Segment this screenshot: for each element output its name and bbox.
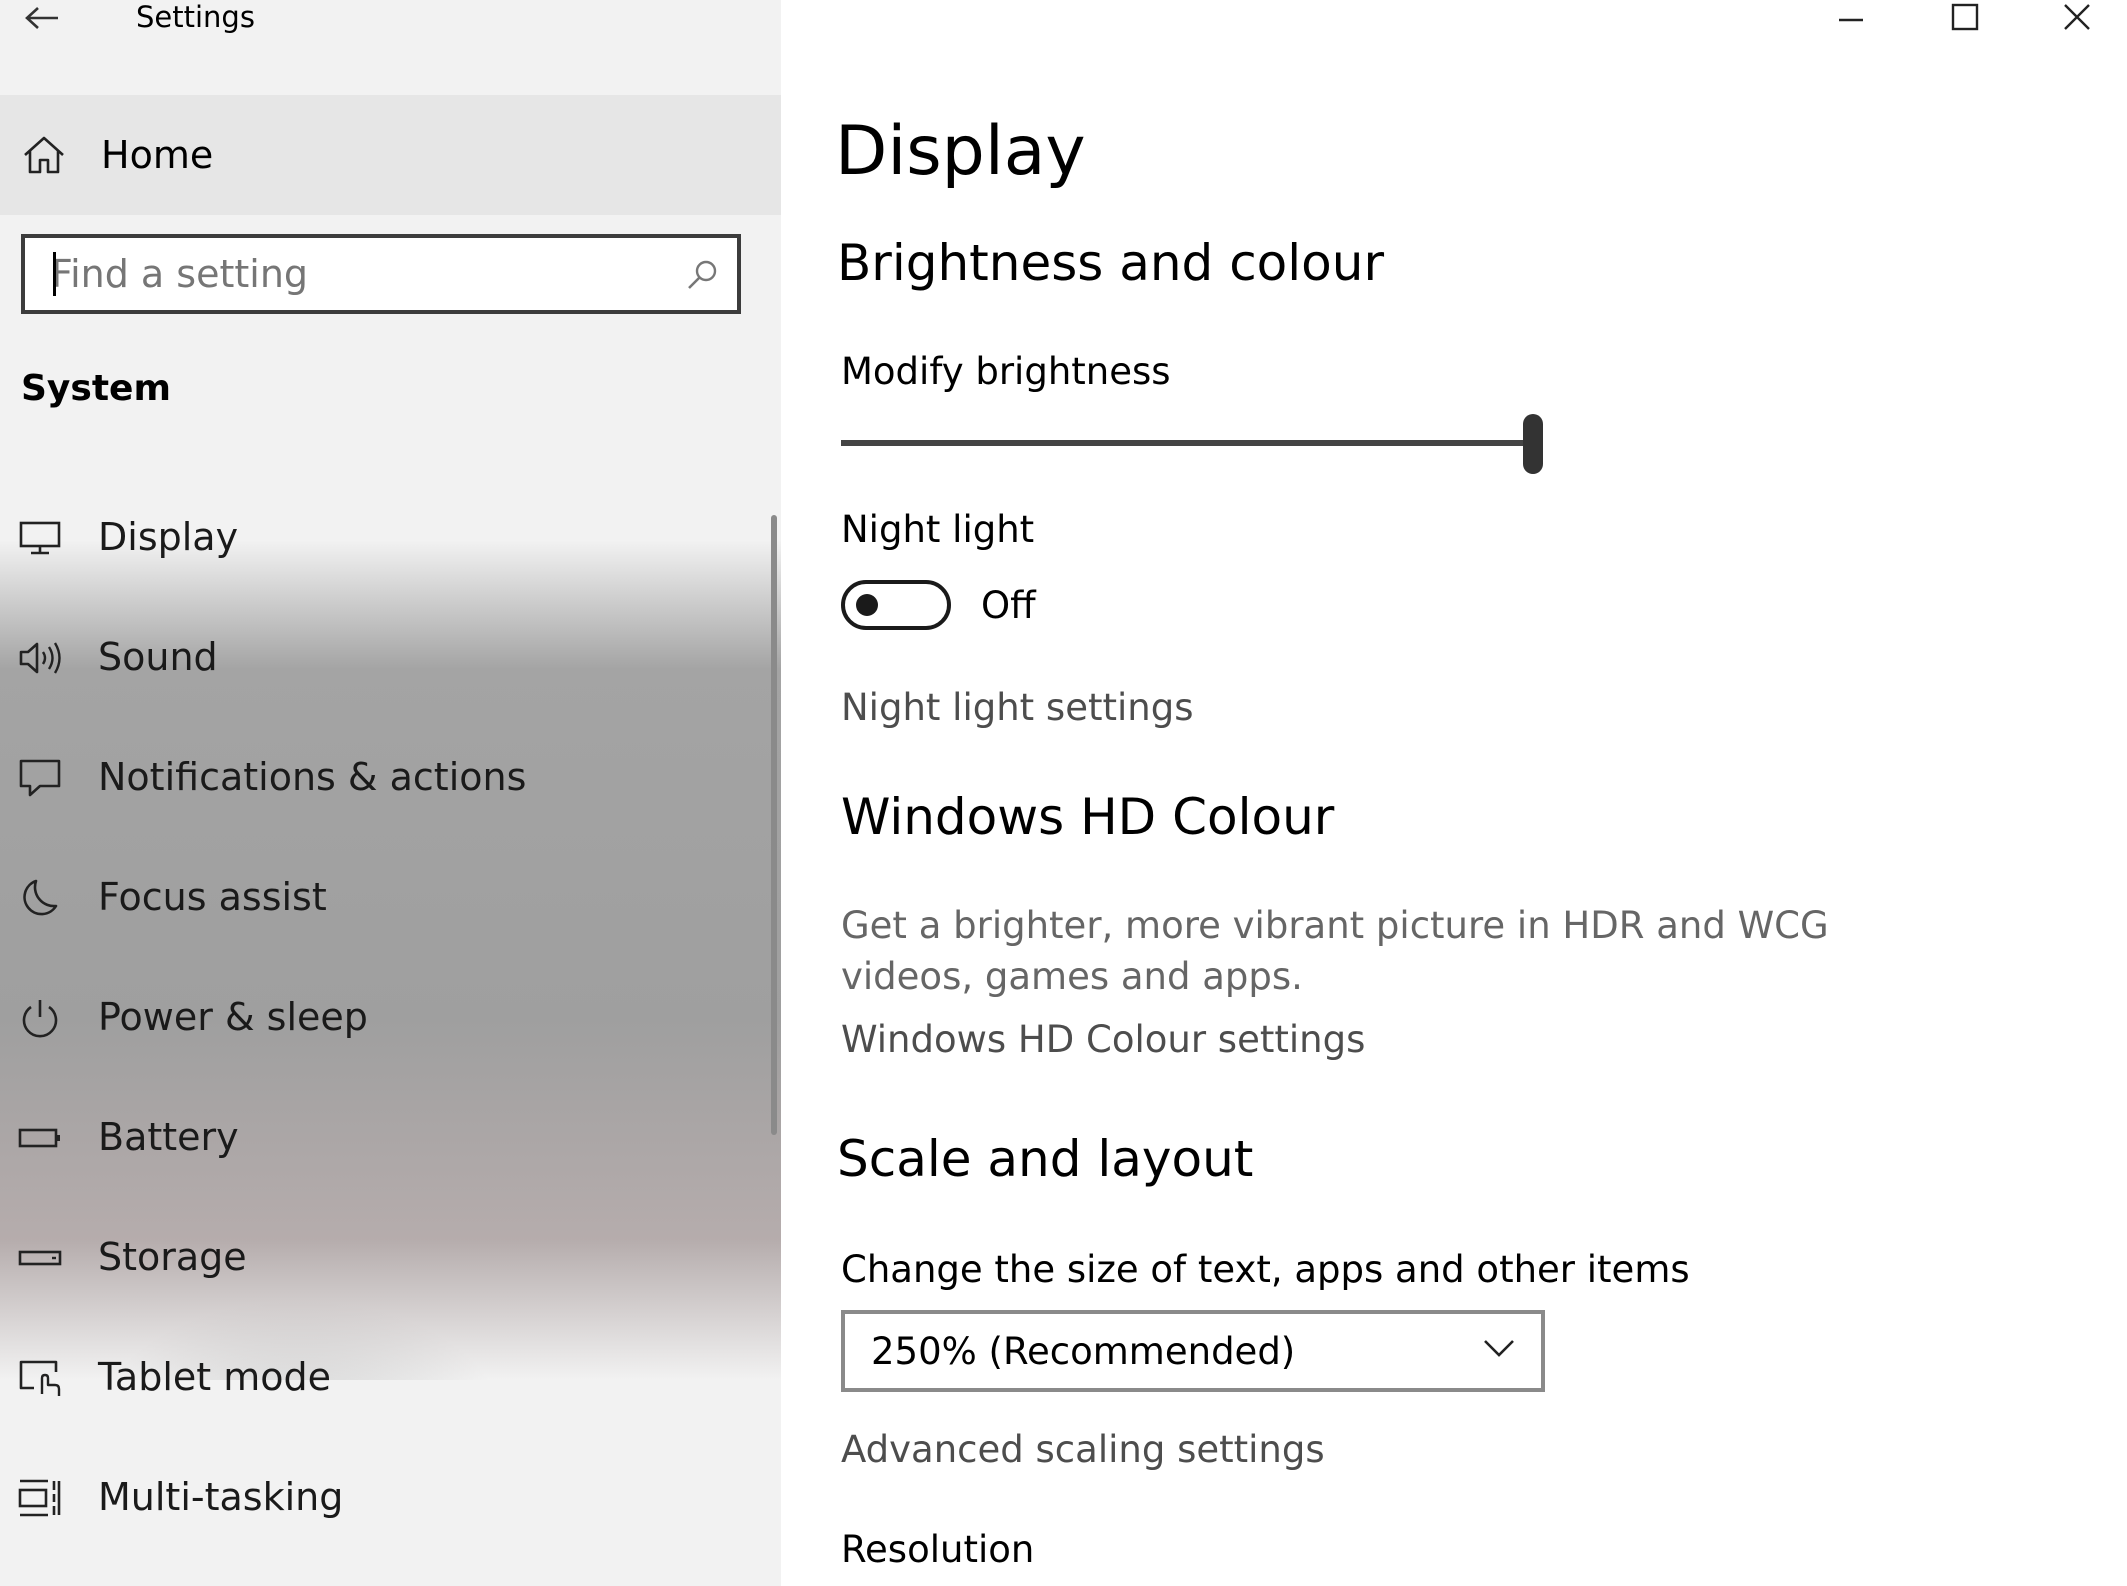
brightness-slider-label: Modify brightness	[841, 350, 1171, 393]
night-light-toggle[interactable]	[841, 580, 951, 630]
sidebar-item-battery[interactable]: Battery	[0, 1082, 770, 1192]
moon-icon	[23, 879, 58, 916]
section-title-system: System	[21, 368, 171, 409]
back-button[interactable]	[14, 0, 70, 36]
sidebar: Settings Home System Display	[0, 0, 781, 1586]
toggle-knob	[856, 594, 878, 616]
multitasking-icon	[18, 1479, 61, 1517]
chevron-down-icon	[1484, 1340, 1514, 1357]
sidebar-item-label: Display	[98, 515, 239, 559]
speaker-icon	[19, 642, 61, 674]
sidebar-item-label: Tablet mode	[98, 1355, 332, 1399]
sidebar-item-label: Sound	[98, 635, 218, 679]
storage-icon	[18, 1250, 62, 1266]
text-caret	[53, 252, 56, 296]
back-arrow-icon	[25, 7, 58, 29]
night-light-settings-link[interactable]: Night light settings	[841, 686, 1193, 729]
tablet-mode-icon	[19, 1360, 61, 1396]
scale-dropdown[interactable]: 250% (Recommended)	[841, 1310, 1545, 1392]
resolution-label: Resolution	[841, 1528, 1035, 1571]
search-box[interactable]	[21, 234, 741, 314]
slider-fill	[841, 440, 1533, 446]
app-title: Settings	[136, 0, 255, 34]
sidebar-item-multitasking[interactable]: Multi-tasking	[0, 1442, 770, 1552]
hd-colour-description: Get a brighter, more vibrant picture in …	[841, 904, 1829, 998]
search-input[interactable]	[51, 252, 651, 296]
settings-window: Settings Home System Display	[0, 0, 2127, 1586]
sidebar-item-label: Power & sleep	[98, 995, 368, 1039]
scale-size-label: Change the size of text, apps and other …	[841, 1248, 1690, 1291]
sidebar-item-label: Focus assist	[98, 875, 327, 919]
sidebar-item-display[interactable]: Display	[0, 482, 770, 592]
home-icon	[24, 136, 64, 174]
sidebar-item-power-sleep[interactable]: Power & sleep	[0, 962, 770, 1072]
page-title: Display	[835, 112, 1086, 191]
sidebar-scrollbar[interactable]	[771, 515, 777, 1135]
brightness-slider[interactable]	[841, 414, 1543, 474]
sidebar-item-label: Multi-tasking	[98, 1475, 344, 1519]
notification-icon	[19, 759, 61, 797]
sidebar-item-home[interactable]: Home	[0, 95, 781, 215]
battery-icon	[18, 1128, 60, 1148]
sidebar-item-label: Battery	[98, 1115, 239, 1159]
sidebar-item-label: Notifications & actions	[98, 755, 527, 799]
night-light-state: Off	[981, 584, 1036, 627]
night-light-label: Night light	[841, 508, 1035, 551]
sidebar-item-focus-assist[interactable]: Focus assist	[0, 842, 770, 952]
scale-dropdown-value: 250% (Recommended)	[871, 1329, 1296, 1373]
sidebar-item-tablet-mode[interactable]: Tablet mode	[0, 1322, 770, 1432]
main-content: Display Brightness and colour Modify bri…	[781, 0, 2127, 1586]
sidebar-item-notifications[interactable]: Notifications & actions	[0, 722, 770, 832]
hd-colour-settings-link[interactable]: Windows HD Colour settings	[841, 1018, 1365, 1061]
heading-brightness-colour: Brightness and colour	[837, 234, 1384, 292]
sidebar-item-storage[interactable]: Storage	[0, 1202, 770, 1312]
slider-thumb[interactable]	[1523, 414, 1543, 474]
home-label: Home	[101, 133, 214, 177]
search-icon[interactable]	[685, 258, 719, 292]
monitor-icon	[19, 521, 61, 555]
advanced-scaling-link[interactable]: Advanced scaling settings	[841, 1428, 1325, 1471]
power-icon	[22, 1000, 58, 1038]
heading-scale-layout: Scale and layout	[837, 1130, 1254, 1188]
sidebar-item-label: Storage	[98, 1235, 247, 1279]
sidebar-item-sound[interactable]: Sound	[0, 602, 770, 712]
heading-hd-colour: Windows HD Colour	[841, 788, 1335, 846]
